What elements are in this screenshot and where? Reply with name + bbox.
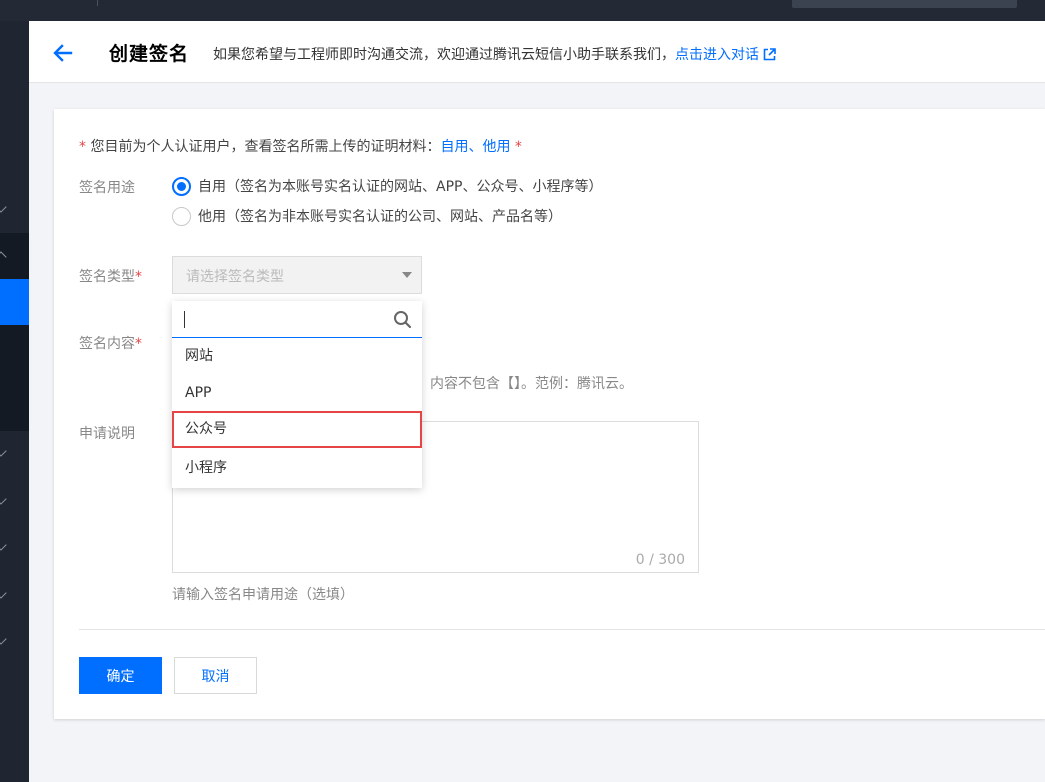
search-icon[interactable] <box>393 310 412 329</box>
sidebar <box>0 21 29 782</box>
caret-down-icon <box>402 272 412 278</box>
sidebar-chevron-down-icon[interactable] <box>0 539 7 551</box>
dropdown-item-official-account[interactable]: 公众号 <box>172 411 422 448</box>
sidebar-expanded-group <box>0 233 29 431</box>
dropdown-item-website[interactable]: 网站 <box>172 338 422 375</box>
back-arrow-icon[interactable] <box>51 41 75 65</box>
text-cursor <box>184 311 185 328</box>
dropdown-search-input[interactable] <box>172 301 422 338</box>
topbar-search-box[interactable] <box>792 0 1017 8</box>
type-label-text: 签名类型 <box>79 269 135 285</box>
signature-type-dropdown: 网站 APP 公众号 小程序 <box>172 301 422 488</box>
topbar-divider <box>97 0 98 6</box>
dropdown-item-app[interactable]: APP <box>172 375 422 412</box>
content-label: 签名内容* <box>79 333 142 353</box>
signature-type-select[interactable]: 请选择签名类型 <box>172 256 422 294</box>
select-placeholder: 请选择签名类型 <box>186 269 284 285</box>
external-link-icon[interactable] <box>763 48 776 61</box>
required-asterisk: * <box>135 269 142 285</box>
dropdown-item-mini-program[interactable]: 小程序 <box>172 450 422 487</box>
purpose-label: 签名用途 <box>79 180 135 196</box>
radio-self-use-label: 自用（签名为本账号实名认证的网站、APP、公众号、小程序等） <box>198 179 603 195</box>
page-title: 创建签名 <box>109 43 190 65</box>
sidebar-item-active[interactable] <box>0 279 29 325</box>
sidebar-chevron-down-icon[interactable] <box>0 493 7 505</box>
description-help: 请输入签名申请用途（选填） <box>172 587 354 603</box>
confirm-button[interactable]: 确定 <box>79 657 162 694</box>
sidebar-chevron-down-icon[interactable] <box>0 633 7 645</box>
required-asterisk: * <box>135 336 142 352</box>
chat-link[interactable]: 点击进入对话 <box>675 47 759 63</box>
content-label-text: 签名内容 <box>79 336 135 352</box>
sidebar-chevron-down-icon[interactable] <box>0 587 7 599</box>
form-divider <box>79 629 1045 630</box>
radio-other-use[interactable]: 他用（签名为非本账号实名认证的公司、网站、产品名等） <box>172 206 562 226</box>
sidebar-chevron-down-icon[interactable] <box>0 445 7 457</box>
self-use-link[interactable]: 自用 <box>440 139 468 155</box>
radio-other-use-label: 他用（签名为非本账号实名认证的公司、网站、产品名等） <box>198 209 562 225</box>
page-header: 创建签名 如果您希望与工程师即时沟通交流，欢迎通过腾讯云短信小助手联系我们，点击… <box>29 21 1045 83</box>
required-asterisk: * <box>79 139 86 155</box>
required-asterisk: * <box>510 139 522 155</box>
notice-text: 您目前为个人认证用户，查看签名所需上传的证明材料： <box>86 139 441 155</box>
certification-notice: * 您目前为个人认证用户，查看签名所需上传的证明材料：自用、他用 * <box>79 136 522 156</box>
description-label: 申请说明 <box>79 426 135 442</box>
header-description: 如果您希望与工程师即时沟通交流，欢迎通过腾讯云短信小助手联系我们，点击进入对话 <box>213 44 776 64</box>
type-label: 签名类型* <box>79 266 142 286</box>
radio-button-checked[interactable] <box>172 176 191 196</box>
top-navigation-bar <box>0 0 1045 21</box>
notice-separator: 、 <box>468 139 483 155</box>
sidebar-chevron-down-icon[interactable] <box>0 201 7 213</box>
other-use-link[interactable]: 他用 <box>482 139 510 155</box>
content-hint: 内容不包含【】。范例：腾讯云。 <box>430 376 633 392</box>
radio-button-unchecked[interactable] <box>172 206 191 226</box>
cancel-button[interactable]: 取消 <box>174 657 257 694</box>
character-counter: 0 / 300 <box>635 552 685 568</box>
radio-self-use[interactable]: 自用（签名为本账号实名认证的网站、APP、公众号、小程序等） <box>172 176 602 196</box>
header-description-text: 如果您希望与工程师即时沟通交流，欢迎通过腾讯云短信小助手联系我们， <box>213 47 675 63</box>
